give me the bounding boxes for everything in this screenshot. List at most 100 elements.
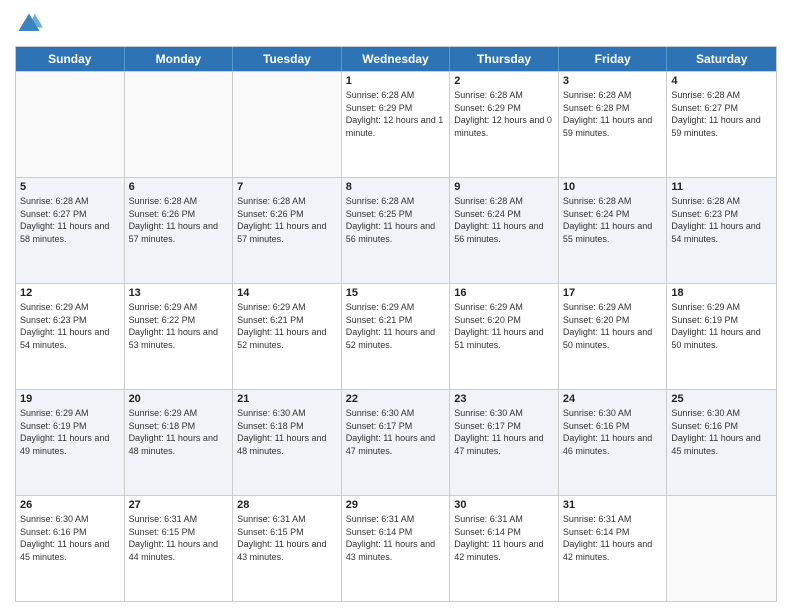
page: SundayMondayTuesdayWednesdayThursdayFrid… [0, 0, 792, 612]
day-number: 9 [454, 181, 554, 193]
day-cell: 13 Sunrise: 6:29 AMSunset: 6:22 PMDayligh… [125, 284, 234, 389]
day-cell: 9 Sunrise: 6:28 AMSunset: 6:24 PMDaylight… [450, 178, 559, 283]
day-cell: 5 Sunrise: 6:28 AMSunset: 6:27 PMDaylight… [16, 178, 125, 283]
day-cell: 22 Sunrise: 6:30 AMSunset: 6:17 PMDayligh… [342, 390, 451, 495]
day-number: 23 [454, 393, 554, 405]
day-info: Sunrise: 6:28 AMSunset: 6:28 PMDaylight:… [563, 89, 663, 139]
day-cell: 10Sunrise: 6:28 AMSunset: 6:24 PMDayligh… [559, 178, 668, 283]
day-cell: 11Sunrise: 6:28 AMSunset: 6:23 PMDayligh… [667, 178, 776, 283]
day-cell: 7 Sunrise: 6:28 AMSunset: 6:26 PMDaylight… [233, 178, 342, 283]
day-info: Sunrise: 6:28 AMSunset: 6:26 PMDaylight:… [237, 195, 337, 245]
day-info: Sunrise: 6:29 AMSunset: 6:19 PMDaylight:… [20, 407, 120, 457]
day-info: Sunrise: 6:30 AMSunset: 6:18 PMDaylight:… [237, 407, 337, 457]
day-info: Sunrise: 6:28 AMSunset: 6:23 PMDaylight:… [671, 195, 772, 245]
day-number: 14 [237, 287, 337, 299]
day-cell: 27 Sunrise: 6:31 AMSunset: 6:15 PMDayligh… [125, 496, 234, 601]
day-number: 20 [129, 393, 229, 405]
day-info: Sunrise: 6:29 AMSunset: 6:21 PMDaylight:… [237, 301, 337, 351]
day-cell: 29 Sunrise: 6:31 AMSunset: 6:14 PMDayligh… [342, 496, 451, 601]
day-number: 24 [563, 393, 663, 405]
day-info: Sunrise: 6:31 AMSunset: 6:14 PMDaylight:… [563, 513, 663, 563]
day-number: 4 [671, 75, 772, 87]
empty-cell [125, 72, 234, 177]
calendar-row: 19 Sunrise: 6:29 AMSunset: 6:19 PMDayligh… [16, 389, 776, 495]
day-info: Sunrise: 6:30 AMSunset: 6:16 PMDaylight:… [20, 513, 120, 563]
calendar-header: SundayMondayTuesdayWednesdayThursdayFrid… [16, 47, 776, 71]
day-info: Sunrise: 6:28 AMSunset: 6:29 PMDaylight:… [454, 89, 554, 139]
cal-header-day: Wednesday [342, 47, 451, 71]
empty-cell [667, 496, 776, 601]
day-number: 26 [20, 499, 120, 511]
day-number: 19 [20, 393, 120, 405]
day-cell: 14 Sunrise: 6:29 AMSunset: 6:21 PMDayligh… [233, 284, 342, 389]
day-info: Sunrise: 6:28 AMSunset: 6:27 PMDaylight:… [20, 195, 120, 245]
day-number: 22 [346, 393, 446, 405]
logo [15, 10, 47, 38]
day-cell: 15 Sunrise: 6:29 AMSunset: 6:21 PMDayligh… [342, 284, 451, 389]
day-number: 27 [129, 499, 229, 511]
day-info: Sunrise: 6:31 AMSunset: 6:15 PMDaylight:… [237, 513, 337, 563]
day-cell: 31 Sunrise: 6:31 AMSunset: 6:14 PMDayligh… [559, 496, 668, 601]
day-cell: 17 Sunrise: 6:29 AMSunset: 6:20 PMDayligh… [559, 284, 668, 389]
day-number: 7 [237, 181, 337, 193]
day-number: 10 [563, 181, 663, 193]
day-cell: 19 Sunrise: 6:29 AMSunset: 6:19 PMDayligh… [16, 390, 125, 495]
calendar-row: 5 Sunrise: 6:28 AMSunset: 6:27 PMDaylight… [16, 177, 776, 283]
day-info: Sunrise: 6:31 AMSunset: 6:15 PMDaylight:… [129, 513, 229, 563]
day-info: Sunrise: 6:29 AMSunset: 6:20 PMDaylight:… [563, 301, 663, 351]
day-cell: 28 Sunrise: 6:31 AMSunset: 6:15 PMDayligh… [233, 496, 342, 601]
day-number: 2 [454, 75, 554, 87]
day-info: Sunrise: 6:28 AMSunset: 6:25 PMDaylight:… [346, 195, 446, 245]
day-number: 13 [129, 287, 229, 299]
day-number: 17 [563, 287, 663, 299]
calendar-row: 12 Sunrise: 6:29 AMSunset: 6:23 PMDayligh… [16, 283, 776, 389]
day-info: Sunrise: 6:28 AMSunset: 6:24 PMDaylight:… [454, 195, 554, 245]
day-cell: 24Sunrise: 6:30 AMSunset: 6:16 PMDayligh… [559, 390, 668, 495]
day-cell: 23 Sunrise: 6:30 AMSunset: 6:17 PMDayligh… [450, 390, 559, 495]
calendar: SundayMondayTuesdayWednesdayThursdayFrid… [15, 46, 777, 602]
day-number: 31 [563, 499, 663, 511]
day-cell: 16Sunrise: 6:29 AMSunset: 6:20 PMDayligh… [450, 284, 559, 389]
day-cell: 26 Sunrise: 6:30 AMSunset: 6:16 PMDayligh… [16, 496, 125, 601]
day-cell: 21Sunrise: 6:30 AMSunset: 6:18 PMDayligh… [233, 390, 342, 495]
cal-header-day: Thursday [450, 47, 559, 71]
day-cell: 4 Sunrise: 6:28 AMSunset: 6:27 PMDaylight… [667, 72, 776, 177]
cal-header-day: Saturday [667, 47, 776, 71]
day-number: 30 [454, 499, 554, 511]
day-info: Sunrise: 6:31 AMSunset: 6:14 PMDaylight:… [454, 513, 554, 563]
day-number: 12 [20, 287, 120, 299]
day-cell: 30 Sunrise: 6:31 AMSunset: 6:14 PMDayligh… [450, 496, 559, 601]
day-info: Sunrise: 6:29 AMSunset: 6:19 PMDaylight:… [671, 301, 772, 351]
day-info: Sunrise: 6:29 AMSunset: 6:21 PMDaylight:… [346, 301, 446, 351]
calendar-row: 1Sunrise: 6:28 AMSunset: 6:29 PMDaylight… [16, 71, 776, 177]
day-number: 29 [346, 499, 446, 511]
day-number: 6 [129, 181, 229, 193]
day-cell: 6Sunrise: 6:28 AMSunset: 6:26 PMDaylight… [125, 178, 234, 283]
empty-cell [16, 72, 125, 177]
day-cell: 2 Sunrise: 6:28 AMSunset: 6:29 PMDaylight… [450, 72, 559, 177]
day-number: 5 [20, 181, 120, 193]
day-info: Sunrise: 6:30 AMSunset: 6:17 PMDaylight:… [454, 407, 554, 457]
day-number: 28 [237, 499, 337, 511]
day-cell: 20 Sunrise: 6:29 AMSunset: 6:18 PMDayligh… [125, 390, 234, 495]
day-number: 15 [346, 287, 446, 299]
day-info: Sunrise: 6:29 AMSunset: 6:18 PMDaylight:… [129, 407, 229, 457]
day-info: Sunrise: 6:28 AMSunset: 6:27 PMDaylight:… [671, 89, 772, 139]
day-info: Sunrise: 6:31 AMSunset: 6:14 PMDaylight:… [346, 513, 446, 563]
day-info: Sunrise: 6:28 AMSunset: 6:29 PMDaylight:… [346, 89, 446, 139]
day-info: Sunrise: 6:30 AMSunset: 6:16 PMDaylight:… [671, 407, 772, 457]
day-info: Sunrise: 6:30 AMSunset: 6:17 PMDaylight:… [346, 407, 446, 457]
cal-header-day: Friday [559, 47, 668, 71]
day-cell: 25Sunrise: 6:30 AMSunset: 6:16 PMDayligh… [667, 390, 776, 495]
cal-header-day: Tuesday [233, 47, 342, 71]
day-number: 18 [671, 287, 772, 299]
day-info: Sunrise: 6:29 AMSunset: 6:22 PMDaylight:… [129, 301, 229, 351]
cal-header-day: Monday [125, 47, 234, 71]
day-info: Sunrise: 6:29 AMSunset: 6:20 PMDaylight:… [454, 301, 554, 351]
day-info: Sunrise: 6:29 AMSunset: 6:23 PMDaylight:… [20, 301, 120, 351]
header [15, 10, 777, 38]
day-number: 8 [346, 181, 446, 193]
empty-cell [233, 72, 342, 177]
calendar-row: 26 Sunrise: 6:30 AMSunset: 6:16 PMDayligh… [16, 495, 776, 601]
cal-header-day: Sunday [16, 47, 125, 71]
